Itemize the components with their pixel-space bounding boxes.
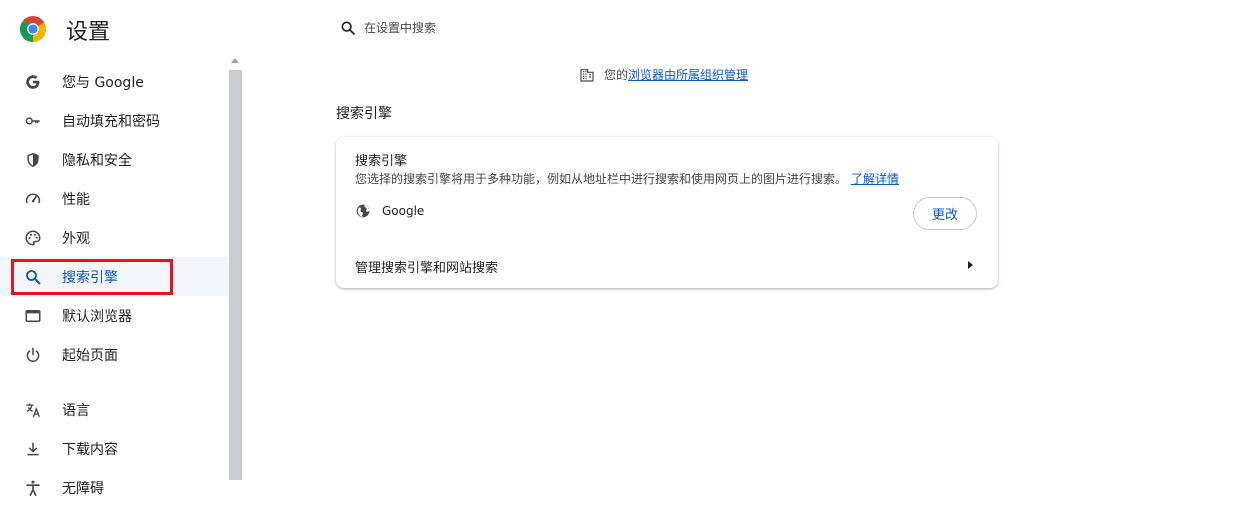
scroll-up-arrow-icon[interactable] xyxy=(231,58,239,63)
search-icon xyxy=(341,21,355,35)
app-title: 设置 xyxy=(66,20,111,45)
sidebar-item-label: 您与 Google xyxy=(62,74,144,91)
card-description-text: 您选择的搜索引擎将用于多种功能，例如从地址栏中进行搜索和使用网页上的图片进行搜索… xyxy=(355,172,848,186)
sidebar-item-label: 语言 xyxy=(62,402,90,419)
current-search-engine: Google xyxy=(355,203,424,219)
search-input[interactable] xyxy=(362,20,666,36)
settings-search[interactable] xyxy=(340,17,666,39)
card-title: 搜索引擎 xyxy=(355,154,408,169)
chrome-logo-icon xyxy=(20,16,46,42)
sidebar-item-languages[interactable]: 语言 xyxy=(0,390,228,429)
learn-more-link[interactable]: 了解详情 xyxy=(851,172,899,186)
sidebar-item-performance[interactable]: 性能 xyxy=(0,179,228,218)
manage-search-engines-label: 管理搜索引擎和网站搜索 xyxy=(355,261,499,276)
search-engine-card: 搜索引擎 您选择的搜索引擎将用于多种功能，例如从地址栏中进行搜索和使用网页上的图… xyxy=(336,137,998,288)
card-description: 您选择的搜索引擎将用于多种功能，例如从地址栏中进行搜索和使用网页上的图片进行搜索… xyxy=(355,170,899,187)
building-icon xyxy=(580,68,594,82)
sidebar-item-label: 无障碍 xyxy=(62,480,104,497)
search-engine-name: Google xyxy=(382,204,425,218)
sidebar-item-label: 自动填充和密码 xyxy=(62,113,160,130)
power-icon xyxy=(24,346,42,364)
page-title: 搜索引擎 xyxy=(336,106,392,122)
sidebar-item-on-startup[interactable]: 起始页面 xyxy=(0,335,228,374)
sidebar-item-label: 搜索引擎 xyxy=(62,269,118,286)
sidebar-item-label: 隐私和安全 xyxy=(62,152,132,169)
accessibility-icon xyxy=(24,479,42,497)
sidebar-nav: 您与 Google 自动填充和密码 隐私和安全 性能 外观 搜索引擎 默认浏览器… xyxy=(0,62,228,507)
browser-window-icon xyxy=(24,307,42,325)
sidebar-item-downloads[interactable]: 下载内容 xyxy=(0,429,228,468)
sidebar-item-search-engine[interactable]: 搜索引擎 xyxy=(0,257,228,296)
key-icon xyxy=(24,112,42,130)
sidebar-item-appearance[interactable]: 外观 xyxy=(0,218,228,257)
speedometer-icon xyxy=(24,190,42,208)
sidebar-item-label: 起始页面 xyxy=(62,347,118,364)
chevron-right-icon xyxy=(968,261,973,269)
manage-search-engines-row[interactable]: 管理搜索引擎和网站搜索 xyxy=(336,245,998,285)
sidebar-item-label: 性能 xyxy=(62,191,90,208)
sidebar-divider-gap xyxy=(0,374,228,390)
palette-icon xyxy=(24,229,42,247)
managed-by-organization-notice: 您的 浏览器由所属组织管理 xyxy=(579,66,748,83)
sidebar-item-accessibility[interactable]: 无障碍 xyxy=(0,468,228,507)
sidebar-item-you-and-google[interactable]: 您与 Google xyxy=(0,62,228,101)
managed-notice-prefix: 您的 xyxy=(604,68,629,82)
scrollbar-thumb[interactable] xyxy=(229,70,242,480)
shield-icon xyxy=(24,151,42,169)
search-icon xyxy=(24,268,42,286)
sidebar-scrollbar[interactable] xyxy=(229,58,242,480)
change-search-engine-button[interactable]: 更改 xyxy=(913,197,977,230)
sidebar-item-autofill[interactable]: 自动填充和密码 xyxy=(0,101,228,140)
translate-icon xyxy=(24,401,42,419)
sidebar-item-label: 外观 xyxy=(62,230,90,247)
sidebar-item-privacy[interactable]: 隐私和安全 xyxy=(0,140,228,179)
globe-icon xyxy=(356,204,370,218)
download-icon xyxy=(24,440,42,458)
sidebar-item-label: 默认浏览器 xyxy=(62,308,132,325)
sidebar-item-default-browser[interactable]: 默认浏览器 xyxy=(0,296,228,335)
google-g-icon xyxy=(24,73,42,91)
sidebar-item-label: 下载内容 xyxy=(62,441,118,458)
managed-notice-link[interactable]: 浏览器由所属组织管理 xyxy=(628,66,748,83)
